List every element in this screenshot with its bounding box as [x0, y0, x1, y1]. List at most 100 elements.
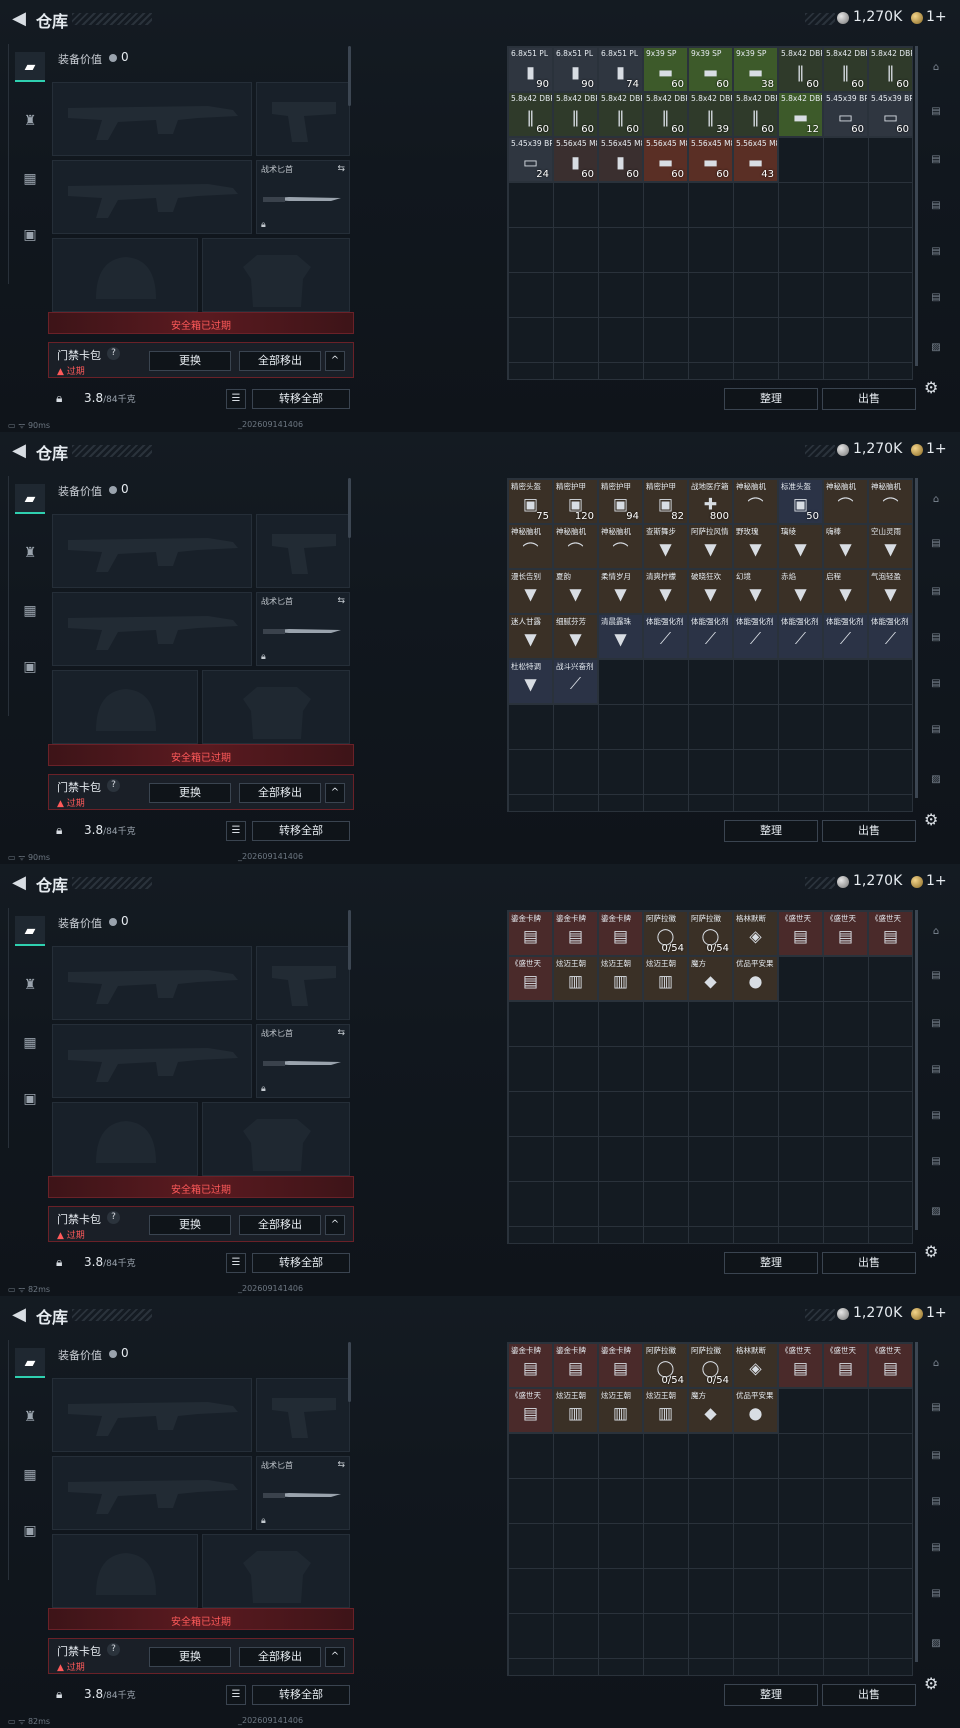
equipment-scrollbar[interactable] [348, 1342, 351, 1402]
stash-item[interactable]: 体能强化剂 ⟋ [778, 614, 823, 659]
stash-scrollbar[interactable] [915, 1342, 918, 1662]
stash-home-icon[interactable]: ⌂ [924, 488, 948, 512]
stash-grid[interactable]: 精密头盔 ▣ 75 精密护甲 ▣ 120 精密护甲 ▣ 94 精密护甲 ▣ 82 战地医疗箱 ✚ 800 神秘… [507, 478, 913, 812]
swap-icon[interactable]: ⇆ [337, 596, 345, 606]
melee-slot[interactable]: 战术匕首 ⇆ 🔒︎ [256, 592, 350, 666]
stash-item[interactable]: 细腻芬芳 ▼ [553, 614, 598, 659]
pistol-slot[interactable] [256, 946, 350, 1020]
pistol-slot[interactable] [256, 1378, 350, 1452]
list-icon[interactable]: ☰ [226, 1253, 246, 1273]
stash-item[interactable]: 5.56x45 M855A1▬60 [643, 137, 688, 182]
list-icon[interactable]: ☰ [226, 389, 246, 409]
stash-item[interactable]: 5.56x45 M855A1 ▮60 [598, 137, 643, 182]
stash-item[interactable]: 炫迈王朝 ▥ [598, 1388, 643, 1433]
stash-item[interactable]: 魔方 ◆ [688, 1388, 733, 1433]
stash-page-3-icon[interactable]: ▤ [924, 1490, 948, 1514]
stash-item[interactable]: 5.8x42 DBP10+P ‖39 [688, 92, 733, 137]
stash-item[interactable]: 《盛世天 ▤ [868, 1343, 913, 1388]
stash-item[interactable]: 5.45x39 BP ▭ 60 [823, 92, 868, 137]
stash-item[interactable]: 鎏金卡牌 ▤ [598, 1343, 643, 1388]
sort-button[interactable]: 整理 [724, 820, 818, 842]
stash-item[interactable]: 鎏金卡牌 ▤ [508, 1343, 553, 1388]
stash-page-1-icon[interactable]: ▤ [924, 964, 948, 988]
gold-balance[interactable]: 1+ [926, 1305, 947, 1321]
stash-page-1-icon[interactable]: ▤ [924, 100, 948, 124]
melee-slot[interactable]: 战术匕首 ⇆ 🔒︎ [256, 1024, 350, 1098]
stash-item[interactable]: 鎏金卡牌 ▤ [598, 911, 643, 956]
armor-slot[interactable] [202, 1534, 350, 1608]
stash-item[interactable]: 破晓狂欢 ▼ [688, 569, 733, 614]
stash-page-2-icon[interactable]: ▤ [924, 148, 948, 172]
stash-grid[interactable]: 6.8x51 PL ▮ 90 6.8x51 PL ▮ 90 6.8x51 PL ▮ 74 9x39… [507, 46, 913, 380]
secondary-weapon-slot[interactable] [52, 592, 252, 666]
stash-item[interactable]: 9x39 SP ▬ 60 [643, 47, 688, 92]
tab-rig-icon[interactable]: ▦ [15, 596, 45, 626]
stash-item[interactable]: 魔方 ◆ [688, 956, 733, 1001]
stash-add-icon[interactable]: ▨ [924, 336, 948, 360]
armor-slot[interactable] [202, 670, 350, 744]
move-all-button[interactable]: 转移全部 [252, 1685, 350, 1705]
collapse-button[interactable]: ^ [325, 783, 345, 803]
stash-item[interactable]: 5.8x42 DBP10+P ‖60 [823, 47, 868, 92]
swap-icon[interactable]: ⇆ [337, 1460, 345, 1470]
stash-item[interactable]: 精密头盔 ▣ 75 [508, 479, 553, 524]
primary-weapon-slot[interactable] [52, 946, 252, 1020]
stash-item[interactable]: 阿萨拉徽 ◯ 0/54 [643, 1343, 688, 1388]
tab-weapons-icon[interactable]: ▰ [15, 52, 45, 82]
equipment-scrollbar[interactable] [348, 478, 351, 538]
stash-page-4-icon[interactable]: ▤ [924, 240, 948, 264]
swap-icon[interactable]: ⇆ [337, 164, 345, 174]
stash-page-4-icon[interactable]: ▤ [924, 1536, 948, 1560]
stash-item[interactable]: 阿萨拉徽 ◯ 0/54 [688, 1343, 733, 1388]
list-icon[interactable]: ☰ [226, 1685, 246, 1705]
stash-item[interactable]: 5.8x42 DBP10▬12 [778, 92, 823, 137]
stash-item[interactable]: 6.8x51 PL ▮ 90 [508, 47, 553, 92]
melee-slot[interactable]: 战术匕首 ⇆ 🔒︎ [256, 1456, 350, 1530]
secondary-weapon-slot[interactable] [52, 160, 252, 234]
sell-button[interactable]: 出售 [822, 820, 916, 842]
move-all-button[interactable]: 转移全部 [252, 1253, 350, 1273]
help-icon[interactable]: ? [107, 1643, 120, 1656]
stash-item[interactable]: 气泡轻盈 ▼ [868, 569, 913, 614]
stash-item[interactable]: 清晨露珠 ▼ [598, 614, 643, 659]
tab-armor-icon[interactable]: ♜ [15, 1402, 45, 1432]
sell-button[interactable]: 出售 [822, 388, 916, 410]
stash-page-3-icon[interactable]: ▤ [924, 1058, 948, 1082]
stash-item[interactable]: 体能强化剂 ⟋ [733, 614, 778, 659]
collapse-button[interactable]: ^ [325, 351, 345, 371]
stash-item[interactable]: 杜松特调 ▼ [508, 659, 553, 704]
equipment-scrollbar[interactable] [348, 910, 351, 970]
secure-case-expired-banner[interactable]: 安全箱已过期 [48, 1176, 354, 1198]
stash-item[interactable]: 优品平安果 ● [733, 956, 778, 1001]
sell-button[interactable]: 出售 [822, 1684, 916, 1706]
stash-item[interactable]: 鎏金卡牌 ▤ [553, 911, 598, 956]
stash-item[interactable]: 5.8x42 DBP10+P ‖60 [508, 92, 553, 137]
secure-case-expired-banner[interactable]: 安全箱已过期 [48, 1608, 354, 1630]
helmet-slot[interactable] [52, 1534, 198, 1608]
stash-page-3-icon[interactable]: ▤ [924, 194, 948, 218]
tab-backpack-icon[interactable]: ▣ [15, 1516, 45, 1546]
sell-button[interactable]: 出售 [822, 1252, 916, 1274]
back-icon[interactable]: ◀ [8, 1304, 30, 1326]
stash-item[interactable]: 《盛世天 ▤ [823, 1343, 868, 1388]
stash-item[interactable]: 《盛世天 ▤ [778, 1343, 823, 1388]
stash-page-2-icon[interactable]: ▤ [924, 580, 948, 604]
swap-button[interactable]: 更换 [149, 351, 231, 371]
stash-page-1-icon[interactable]: ▤ [924, 1396, 948, 1420]
swap-button[interactable]: 更换 [149, 1215, 231, 1235]
tab-armor-icon[interactable]: ♜ [15, 970, 45, 1000]
stash-item[interactable]: 璃绫 ▼ [778, 524, 823, 569]
stash-item[interactable]: 5.45x39 BP ▭ 24 [508, 137, 553, 182]
stash-item[interactable]: 神秘脑机 ⌒ [823, 479, 868, 524]
stash-item[interactable]: 《盛世天 ▤ [868, 911, 913, 956]
pistol-slot[interactable] [256, 82, 350, 156]
stash-grid[interactable]: 鎏金卡牌 ▤ 鎏金卡牌 ▤ 鎏金卡牌 ▤ 阿萨拉徽 ◯ 0/54 阿萨拉徽 ◯ 0/54 格林默断 ◈ 《盛… [507, 1342, 913, 1676]
pistol-slot[interactable] [256, 514, 350, 588]
stash-item[interactable]: 神秘脑机 ⌒ [733, 479, 778, 524]
stash-item[interactable]: 《盛世天 ▤ [508, 956, 553, 1001]
stash-page-5-icon[interactable]: ▤ [924, 1150, 948, 1174]
stash-item[interactable]: 战斗兴奋剂 ⟋ [553, 659, 598, 704]
stash-item[interactable]: 6.8x51 PL ▮ 90 [553, 47, 598, 92]
stash-item[interactable]: 优品平安果 ● [733, 1388, 778, 1433]
stash-item[interactable]: 精密护甲 ▣ 82 [643, 479, 688, 524]
